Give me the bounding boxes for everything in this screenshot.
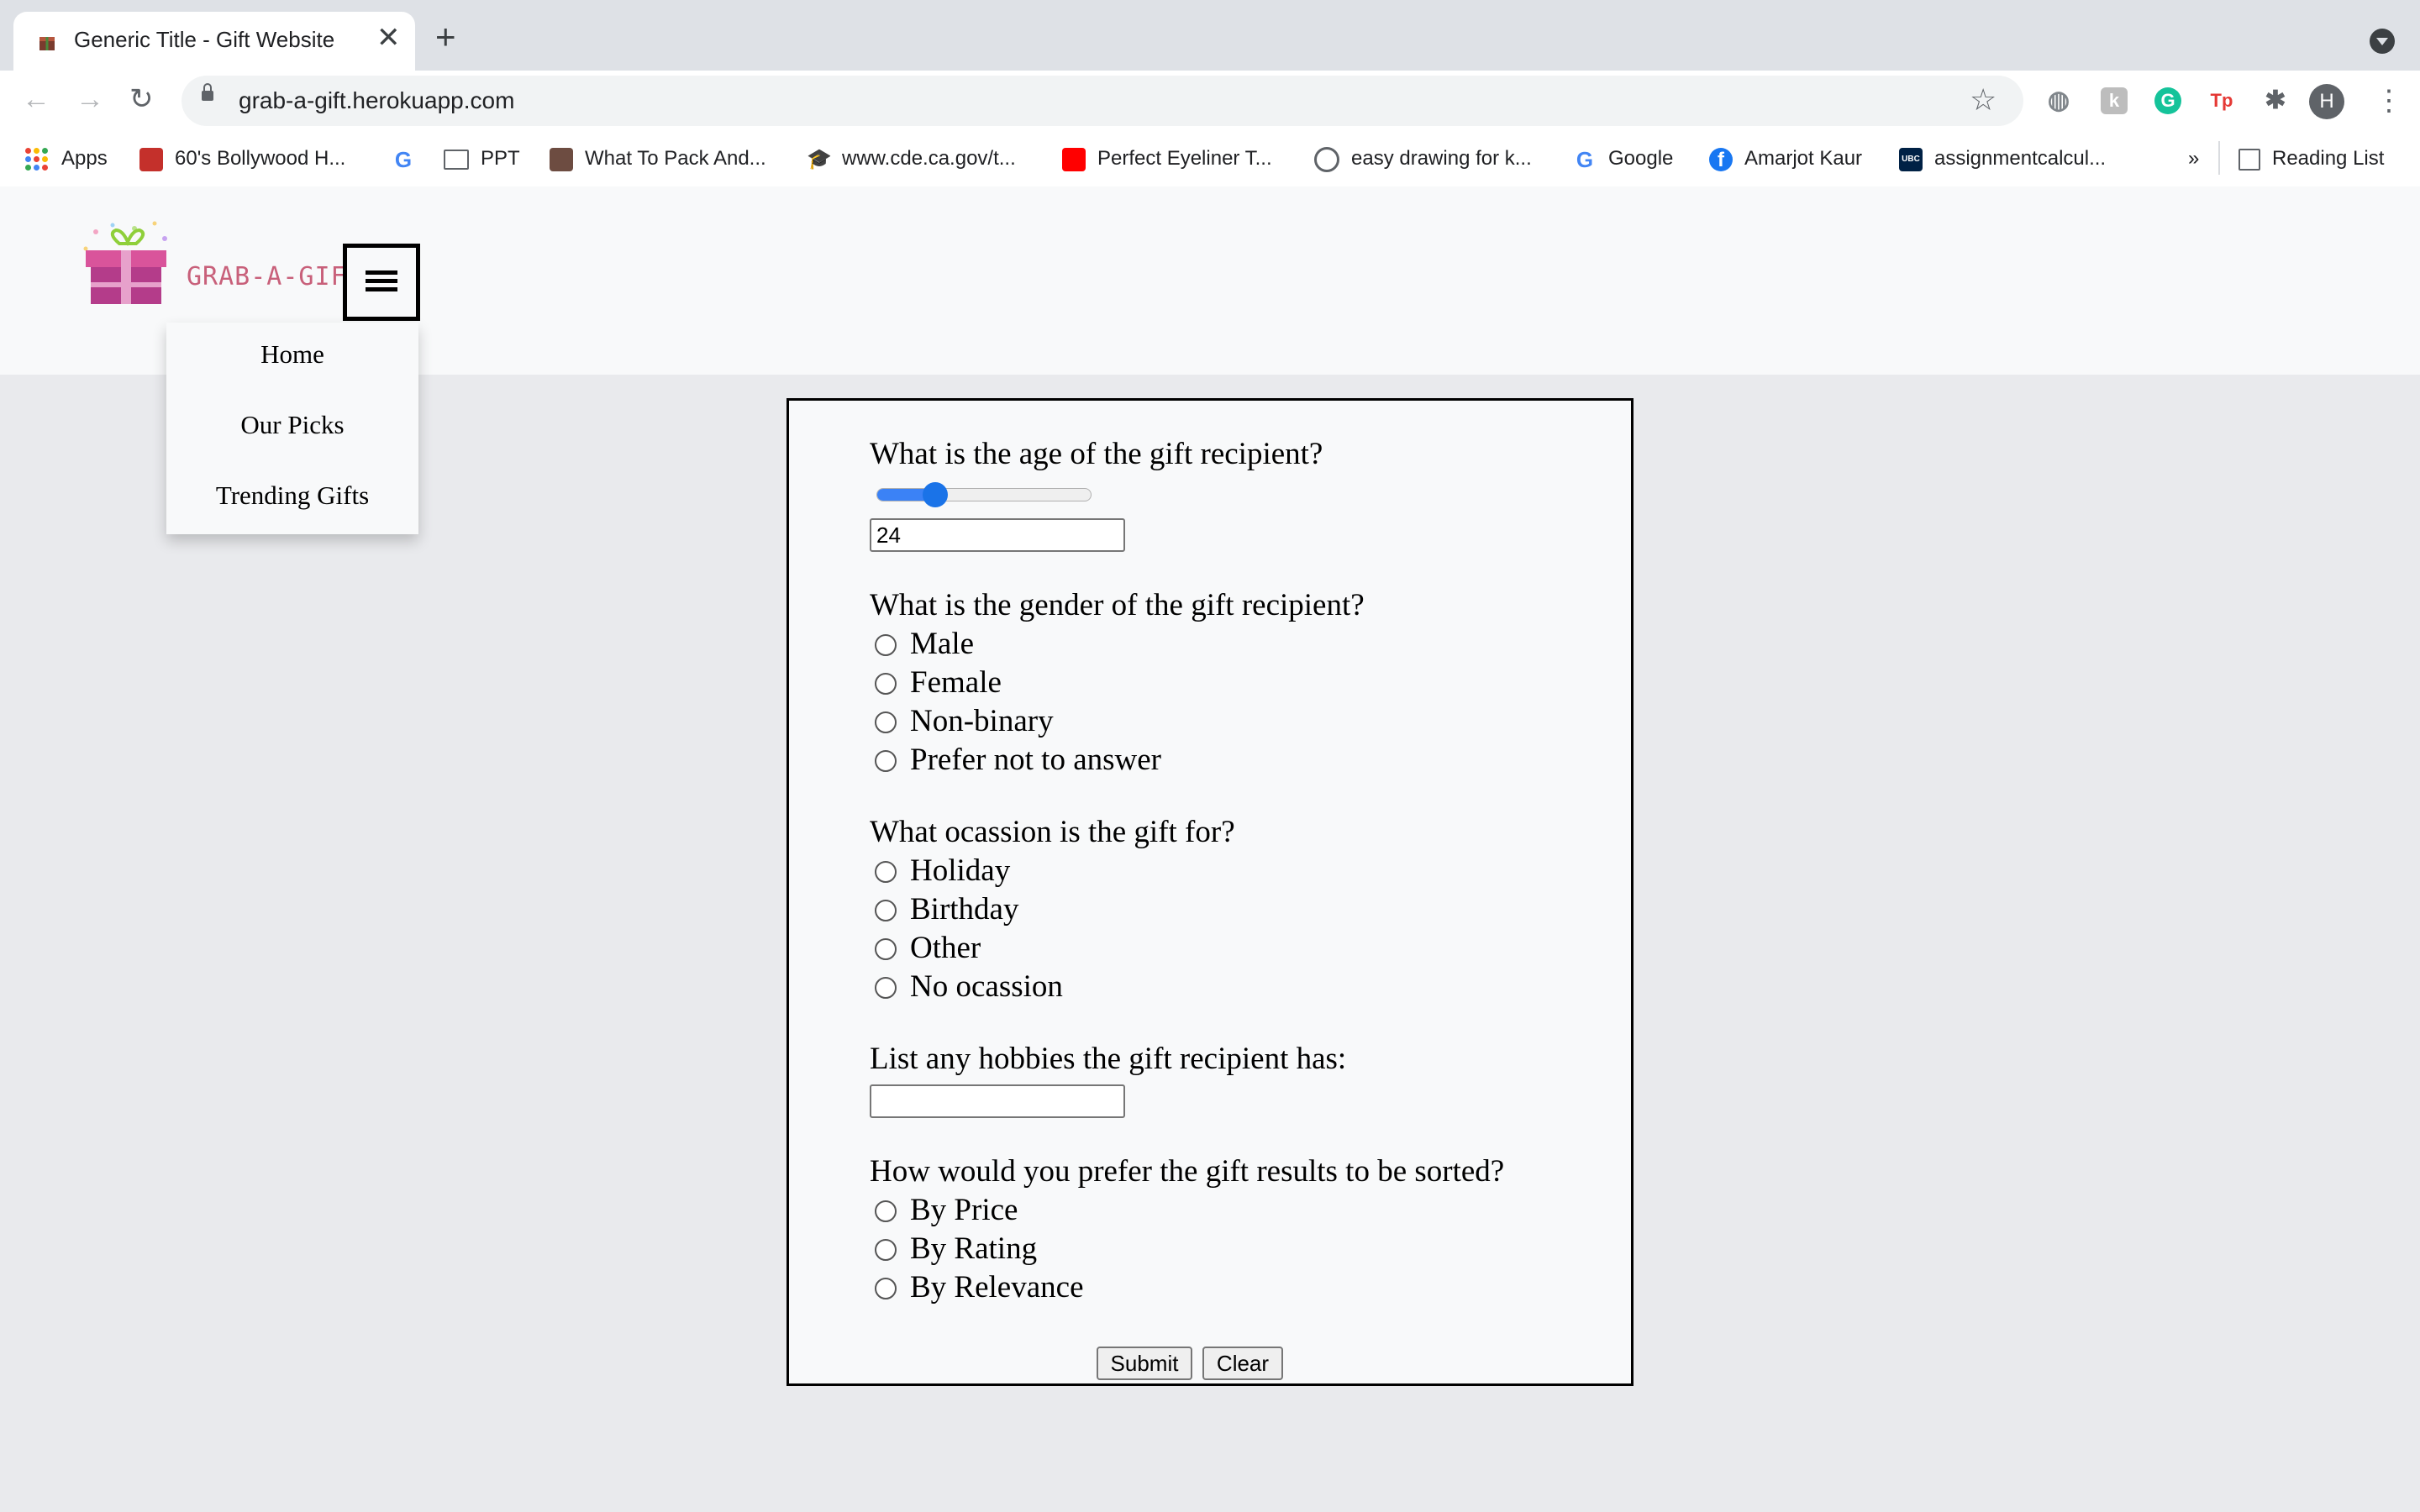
- forward-arrow-icon[interactable]: →: [76, 82, 104, 116]
- person-thumbnail-icon: [550, 147, 573, 171]
- age-input[interactable]: [870, 518, 1125, 552]
- bookmark-label: Apps: [61, 147, 108, 170]
- logo-text[interactable]: GRAB-A-GIFT: [187, 262, 363, 291]
- address-bar[interactable]: grab-a-gift.herokuapp.com ☆: [182, 76, 2023, 126]
- gift-form: What is the age of the gift recipient? W…: [786, 398, 1634, 1386]
- reading-list-icon: [2238, 148, 2260, 171]
- clear-button[interactable]: Clear: [1202, 1347, 1283, 1380]
- bookmark-label: assignmentcalcul...: [1934, 147, 2107, 170]
- sort-question: How would you prefer the gift results to…: [870, 1154, 1505, 1189]
- globe-extension-icon[interactable]: ◍: [2045, 87, 2072, 114]
- tab-title: Generic Title - Gift Website: [74, 27, 335, 52]
- youtube-icon: [1062, 147, 1086, 171]
- youtube-icon: [139, 147, 163, 171]
- radio-button[interactable]: [875, 673, 897, 695]
- radio-button[interactable]: [875, 1200, 897, 1222]
- reading-list-label: Reading List: [2272, 147, 2385, 170]
- apps-grid-icon: [25, 148, 48, 171]
- bookmark-cde[interactable]: 🎓 www.cde.ca.gov/t...: [807, 144, 1016, 173]
- bookmark-assignment[interactable]: UBC assignmentcalcul...: [1899, 144, 2106, 173]
- menu-item-home[interactable]: Home: [166, 339, 418, 370]
- tp-extension-icon[interactable]: Tp: [2208, 87, 2235, 114]
- reading-list[interactable]: Reading List: [2238, 144, 2384, 173]
- grammarly-icon[interactable]: G: [2154, 87, 2181, 114]
- age-slider-thumb[interactable]: [923, 482, 949, 507]
- bookmark-google[interactable]: G Google: [1573, 144, 1674, 173]
- submit-button[interactable]: Submit: [1097, 1347, 1192, 1380]
- hobbies-input[interactable]: [870, 1084, 1125, 1118]
- gender-question: What is the gender of the gift recipient…: [870, 588, 1365, 622]
- radio-button[interactable]: [875, 900, 897, 921]
- radio-button[interactable]: [875, 634, 897, 656]
- bookmark-label: What To Pack And...: [585, 147, 766, 170]
- graduation-cap-icon: 🎓: [807, 147, 832, 171]
- browser-toolbar: ← → ↻ grab-a-gift.herokuapp.com ☆ ◍ k G …: [0, 71, 2420, 131]
- menu-item-trending-gifts[interactable]: Trending Gifts: [166, 480, 418, 511]
- google-icon: G: [1576, 146, 1594, 172]
- bookmark-star-icon[interactable]: ☆: [1970, 82, 1996, 118]
- google-icon: G: [394, 146, 413, 172]
- lock-icon[interactable]: [202, 83, 213, 101]
- nav-dropdown-menu: Home Our Picks Trending Gifts: [166, 323, 418, 534]
- close-tab-icon[interactable]: ✕: [376, 24, 401, 52]
- tab-search-icon[interactable]: [2370, 29, 2395, 54]
- radio-button[interactable]: [875, 938, 897, 960]
- bookmark-what-to-pack[interactable]: What To Pack And...: [550, 144, 766, 173]
- new-tab-icon[interactable]: +: [435, 19, 456, 55]
- puzzle-extensions-icon[interactable]: ✱: [2262, 87, 2289, 114]
- browser-tab[interactable]: Generic Title - Gift Website ✕: [13, 12, 415, 71]
- k-extension-icon[interactable]: k: [2101, 87, 2128, 114]
- back-arrow-icon[interactable]: ←: [22, 82, 50, 116]
- hamburger-line: [366, 279, 397, 283]
- radio-button[interactable]: [875, 711, 897, 733]
- facebook-icon: f: [1709, 147, 1733, 171]
- bookmark-label: easy drawing for k...: [1351, 147, 1532, 170]
- gift-favicon-icon: [39, 37, 55, 50]
- occasion-question: What ocassion is the gift for?: [870, 815, 1235, 849]
- radio-button[interactable]: [875, 1239, 897, 1261]
- bookmark-bollywood[interactable]: 60's Bollywood H...: [139, 144, 345, 173]
- bookmark-label: Google: [1608, 147, 1674, 170]
- ubc-icon: UBC: [1899, 147, 1923, 171]
- radio-button[interactable]: [875, 861, 897, 883]
- bookmarks-bar: Apps 60's Bollywood H... G PPT What To P…: [0, 131, 2420, 188]
- bookmarks-overflow-chevron[interactable]: »: [2188, 144, 2199, 173]
- age-question: What is the age of the gift recipient?: [870, 437, 1323, 471]
- bookmark-label: 60's Bollywood H...: [175, 147, 346, 170]
- reload-icon[interactable]: ↻: [129, 82, 154, 116]
- radio-button[interactable]: [875, 750, 897, 772]
- bookmark-easy-drawing[interactable]: easy drawing for k...: [1314, 144, 1532, 173]
- hamburger-line: [366, 287, 397, 291]
- globe-icon: [1314, 146, 1339, 172]
- radio-button[interactable]: [875, 1278, 897, 1299]
- profile-avatar[interactable]: H: [2309, 84, 2344, 119]
- bookmark-eyeliner[interactable]: Perfect Eyeliner T...: [1062, 144, 1272, 173]
- bookmark-label: PPT: [481, 147, 520, 170]
- bookmark-label: Perfect Eyeliner T...: [1097, 147, 1272, 170]
- folder-icon: [444, 149, 469, 170]
- bookmark-google-g[interactable]: G: [392, 144, 427, 173]
- browser-tab-strip: Generic Title - Gift Website ✕ +: [0, 0, 2420, 71]
- bookmarks-divider: [2218, 141, 2220, 175]
- bookmark-amarjot-kaur[interactable]: f Amarjot Kaur: [1709, 144, 1862, 173]
- bookmark-apps[interactable]: Apps: [25, 144, 108, 173]
- browser-menu-icon[interactable]: ⋮: [2375, 84, 2403, 118]
- hamburger-line: [366, 270, 397, 275]
- bookmark-label: Amarjot Kaur: [1744, 147, 1863, 170]
- url-text[interactable]: grab-a-gift.herokuapp.com: [239, 87, 514, 114]
- bookmark-label: www.cde.ca.gov/t...: [842, 147, 1016, 170]
- age-slider[interactable]: [876, 482, 1092, 507]
- menu-item-our-picks[interactable]: Our Picks: [166, 410, 418, 440]
- radio-button[interactable]: [875, 977, 897, 999]
- hobbies-question: List any hobbies the gift recipient has:: [870, 1042, 1347, 1076]
- hamburger-menu-button[interactable]: [343, 244, 420, 321]
- bookmark-ppt[interactable]: PPT: [444, 144, 520, 173]
